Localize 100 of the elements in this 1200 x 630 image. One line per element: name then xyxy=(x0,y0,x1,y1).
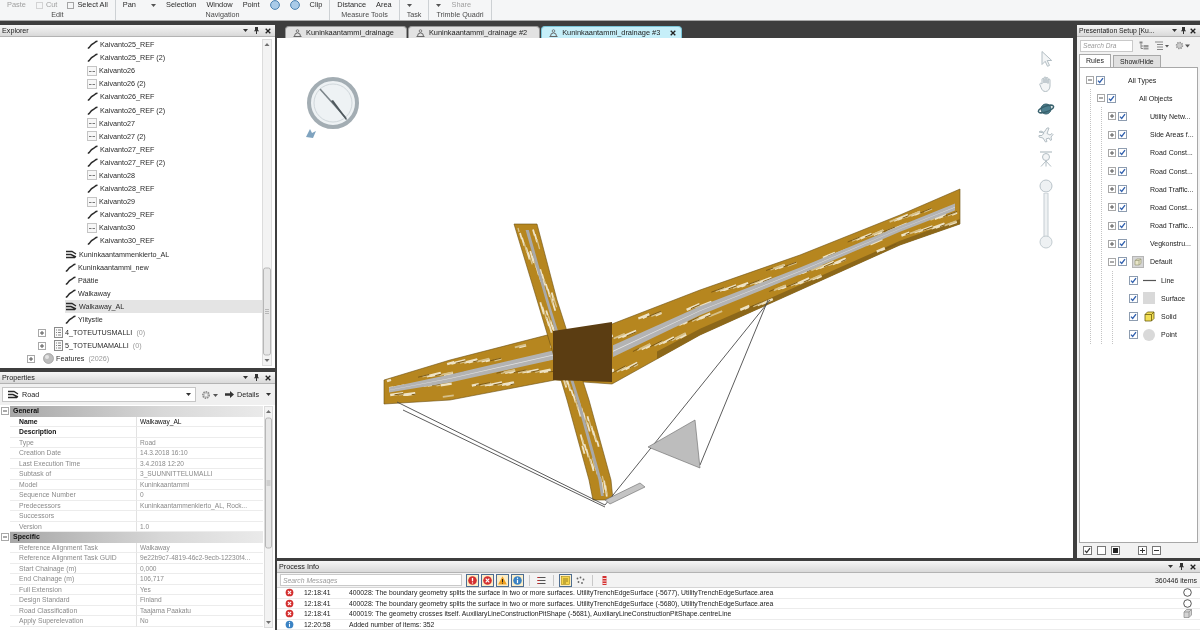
cube-icon[interactable] xyxy=(1183,609,1192,619)
person-icon xyxy=(415,28,425,37)
expand-icon[interactable] xyxy=(1108,239,1116,248)
scrollbar[interactable] xyxy=(264,406,273,628)
checkbox[interactable] xyxy=(1107,93,1116,103)
checkbox[interactable] xyxy=(1118,221,1127,231)
expand-icon[interactable] xyxy=(1108,130,1116,139)
tree-view-icon[interactable] xyxy=(1139,41,1149,50)
curve-icon xyxy=(87,210,98,220)
checkbox[interactable] xyxy=(1118,166,1127,176)
expand-icon[interactable] xyxy=(27,354,35,363)
tile-icon xyxy=(87,118,97,129)
checkbox[interactable] xyxy=(1118,257,1127,267)
dropdown-caret-icon[interactable] xyxy=(406,3,412,7)
note-icon[interactable] xyxy=(559,573,572,587)
tile-icon xyxy=(87,196,97,207)
close-icon[interactable] xyxy=(1190,27,1196,34)
expand-icon[interactable] xyxy=(1108,185,1116,194)
info-icon[interactable] xyxy=(511,573,524,587)
checkbox[interactable] xyxy=(1129,293,1138,303)
tile-icon xyxy=(87,78,97,89)
square-swatch-icon xyxy=(1143,292,1155,305)
expand-icon[interactable] xyxy=(38,341,46,350)
dropdown-caret-icon[interactable] xyxy=(266,393,271,396)
expand-icon[interactable] xyxy=(1108,112,1116,121)
expand-icon[interactable] xyxy=(1108,221,1116,230)
close-icon[interactable] xyxy=(670,29,677,36)
tile-icon xyxy=(87,65,97,76)
checkbox[interactable] xyxy=(1118,130,1127,140)
planet-icon[interactable] xyxy=(1037,100,1055,118)
curve-icon xyxy=(87,144,98,154)
close-icon[interactable] xyxy=(265,27,271,34)
list-menu-icon[interactable] xyxy=(1155,41,1169,50)
curve-icon xyxy=(65,288,76,298)
sphere-icon xyxy=(43,353,54,365)
checkbox[interactable] xyxy=(1129,312,1138,322)
expand-icon[interactable] xyxy=(1108,203,1116,212)
minus-box-icon[interactable] xyxy=(1152,546,1161,555)
curve-icon xyxy=(87,236,98,246)
checkbox[interactable] xyxy=(1096,75,1105,85)
pin-icon[interactable] xyxy=(1181,27,1186,34)
circle-icon[interactable] xyxy=(1183,588,1192,598)
dotted-square-icon xyxy=(67,1,75,9)
list-document-icon xyxy=(54,327,63,339)
curve-icon xyxy=(87,184,98,194)
zoom-slider-thumb[interactable] xyxy=(1039,179,1053,193)
pin-icon[interactable] xyxy=(254,27,259,34)
line-swatch-icon xyxy=(1142,278,1156,282)
curve-icon xyxy=(87,92,98,102)
curve-icon xyxy=(87,53,98,63)
checkbox[interactable] xyxy=(1118,111,1127,121)
checked-box-icon[interactable] xyxy=(1083,546,1092,555)
expand-icon[interactable] xyxy=(1108,167,1116,176)
settings-icon[interactable] xyxy=(201,389,218,400)
scrollbar[interactable] xyxy=(262,39,272,366)
pin-icon[interactable] xyxy=(1179,563,1184,570)
dropdown-caret-icon[interactable] xyxy=(243,29,248,32)
filled-box-icon[interactable] xyxy=(1111,546,1120,555)
curve-icon xyxy=(65,275,76,285)
dropdown-caret-icon[interactable] xyxy=(186,393,191,396)
checkbox[interactable] xyxy=(1118,239,1127,249)
pin-icon[interactable] xyxy=(254,374,259,381)
curved-lines-icon xyxy=(65,249,77,259)
checkbox[interactable] xyxy=(1129,275,1138,285)
tile-icon xyxy=(87,131,97,142)
warning-icon[interactable] xyxy=(496,573,509,587)
dropdown-caret-icon[interactable] xyxy=(1172,29,1177,32)
circle-icon[interactable] xyxy=(269,0,280,10)
curve-icon xyxy=(87,157,98,167)
dropdown-caret-icon[interactable] xyxy=(1168,565,1173,568)
checkbox[interactable] xyxy=(1118,148,1127,158)
curve-icon xyxy=(87,40,98,50)
curve-icon xyxy=(65,315,76,324)
arrow-icon xyxy=(225,391,234,398)
checkbox[interactable] xyxy=(1118,202,1127,212)
empty-box-icon[interactable] xyxy=(1097,546,1106,555)
error-icon[interactable] xyxy=(481,573,494,587)
compass-icon[interactable] xyxy=(303,74,361,140)
dropdown-caret-icon[interactable] xyxy=(243,376,248,379)
close-icon[interactable] xyxy=(1190,563,1196,570)
plus-box-icon[interactable] xyxy=(1138,546,1147,555)
dropdown-caret-icon[interactable] xyxy=(436,3,442,7)
person-icon xyxy=(549,28,559,37)
checkbox[interactable] xyxy=(1129,330,1138,340)
person-icon xyxy=(293,28,302,37)
exclamation-circle-icon[interactable] xyxy=(466,573,479,587)
circle-swatch-icon xyxy=(1143,328,1155,341)
tile-icon xyxy=(87,170,97,181)
curve-icon xyxy=(87,105,98,115)
checkbox[interactable] xyxy=(1118,184,1127,194)
settings-icon[interactable] xyxy=(1175,41,1190,50)
curved-lines-icon xyxy=(7,390,19,399)
circle-icon[interactable] xyxy=(289,0,300,10)
close-icon[interactable] xyxy=(265,374,271,381)
circle-icon[interactable] xyxy=(1183,598,1192,608)
curved-lines-icon xyxy=(65,301,77,311)
curve-icon xyxy=(65,262,76,272)
expand-icon[interactable] xyxy=(38,328,46,337)
tile-icon xyxy=(87,222,97,233)
expand-icon[interactable] xyxy=(1108,148,1116,157)
